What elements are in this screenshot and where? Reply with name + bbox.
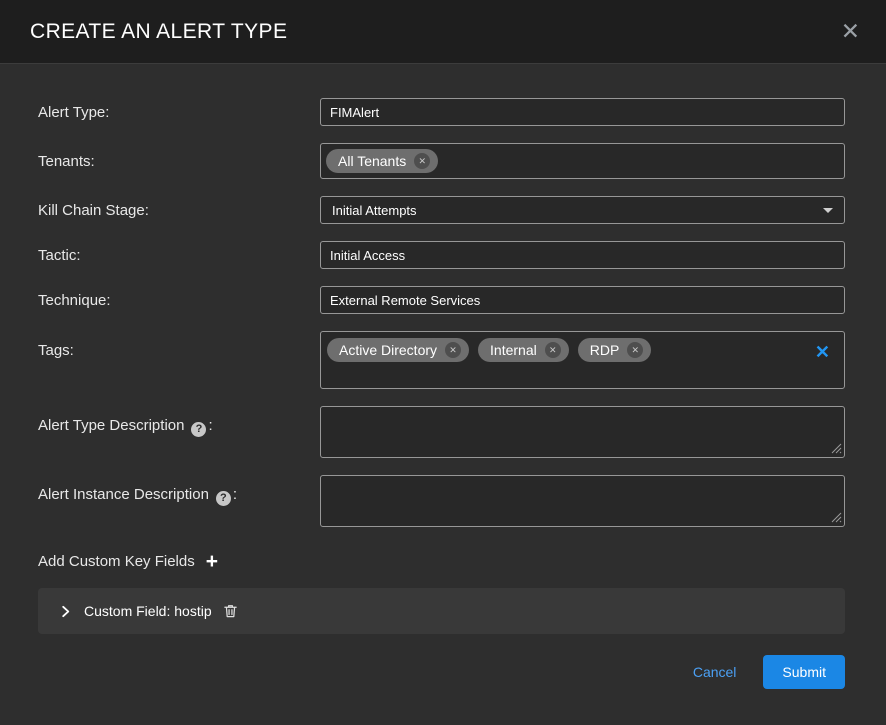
alert-type-input[interactable]	[320, 98, 845, 126]
tenant-chip: All Tenants ✕	[326, 149, 438, 173]
tags-row: Tags: Active Directory ✕ Internal ✕ RDP …	[38, 331, 845, 389]
custom-field-label: Custom Field: hostip	[84, 603, 212, 619]
technique-label: Technique:	[38, 292, 320, 309]
alert-type-description-textarea[interactable]	[320, 406, 845, 458]
modal-footer: Cancel Submit	[38, 655, 845, 689]
tag-chip: Active Directory ✕	[327, 338, 469, 362]
tag-chip: Internal ✕	[478, 338, 569, 362]
chevron-down-icon	[823, 208, 833, 213]
tenant-chip-label: All Tenants	[338, 153, 406, 169]
cancel-button[interactable]: Cancel	[693, 664, 737, 680]
modal-body: Alert Type: Tenants: All Tenants ✕ Kill …	[0, 64, 886, 689]
alert-instance-description-row: Alert Instance Description?:	[38, 475, 845, 527]
alert-type-row: Alert Type:	[38, 98, 845, 126]
kill-chain-stage-value: Initial Attempts	[332, 203, 417, 218]
tag-chip-label: RDP	[590, 342, 620, 358]
tags-label: Tags:	[38, 331, 320, 359]
alert-instance-description-label: Alert Instance Description?:	[38, 475, 320, 506]
technique-input[interactable]	[320, 286, 845, 314]
remove-tag-chip-icon[interactable]: ✕	[545, 342, 561, 358]
submit-button[interactable]: Submit	[763, 655, 845, 689]
tactic-input[interactable]	[320, 241, 845, 269]
tag-chip-label: Active Directory	[339, 342, 437, 358]
tenants-row: Tenants: All Tenants ✕	[38, 143, 845, 179]
tags-input[interactable]: Active Directory ✕ Internal ✕ RDP ✕ ✕	[320, 331, 845, 389]
trash-icon[interactable]	[223, 603, 238, 619]
remove-tag-chip-icon[interactable]: ✕	[627, 342, 643, 358]
tag-chip: RDP ✕	[578, 338, 652, 362]
tenants-input[interactable]: All Tenants ✕	[320, 143, 845, 179]
modal-title: CREATE AN ALERT TYPE	[30, 20, 287, 44]
alert-type-label: Alert Type:	[38, 104, 320, 121]
tenants-label: Tenants:	[38, 153, 320, 170]
tag-chip-label: Internal	[490, 342, 537, 358]
custom-key-fields-header: Add Custom Key Fields +	[38, 551, 845, 572]
kill-chain-stage-row: Kill Chain Stage: Initial Attempts	[38, 196, 845, 224]
chevron-right-icon[interactable]	[59, 605, 72, 618]
add-custom-field-icon[interactable]: +	[206, 551, 218, 572]
kill-chain-stage-select[interactable]: Initial Attempts	[320, 196, 845, 224]
tactic-row: Tactic:	[38, 241, 845, 269]
kill-chain-stage-label: Kill Chain Stage:	[38, 202, 320, 219]
clear-tags-icon[interactable]: ✕	[815, 343, 830, 361]
alert-type-description-label: Alert Type Description?:	[38, 406, 320, 437]
custom-field-row[interactable]: Custom Field: hostip	[38, 588, 845, 634]
close-icon[interactable]: ✕	[841, 20, 860, 43]
technique-row: Technique:	[38, 286, 845, 314]
alert-instance-description-textarea[interactable]	[320, 475, 845, 527]
add-custom-key-fields-label: Add Custom Key Fields	[38, 553, 195, 570]
remove-tag-chip-icon[interactable]: ✕	[445, 342, 461, 358]
help-icon[interactable]: ?	[191, 422, 206, 437]
remove-tenant-chip-icon[interactable]: ✕	[414, 153, 430, 169]
tactic-label: Tactic:	[38, 247, 320, 264]
alert-type-description-row: Alert Type Description?:	[38, 406, 845, 458]
help-icon[interactable]: ?	[216, 491, 231, 506]
modal-header: CREATE AN ALERT TYPE ✕	[0, 0, 886, 64]
